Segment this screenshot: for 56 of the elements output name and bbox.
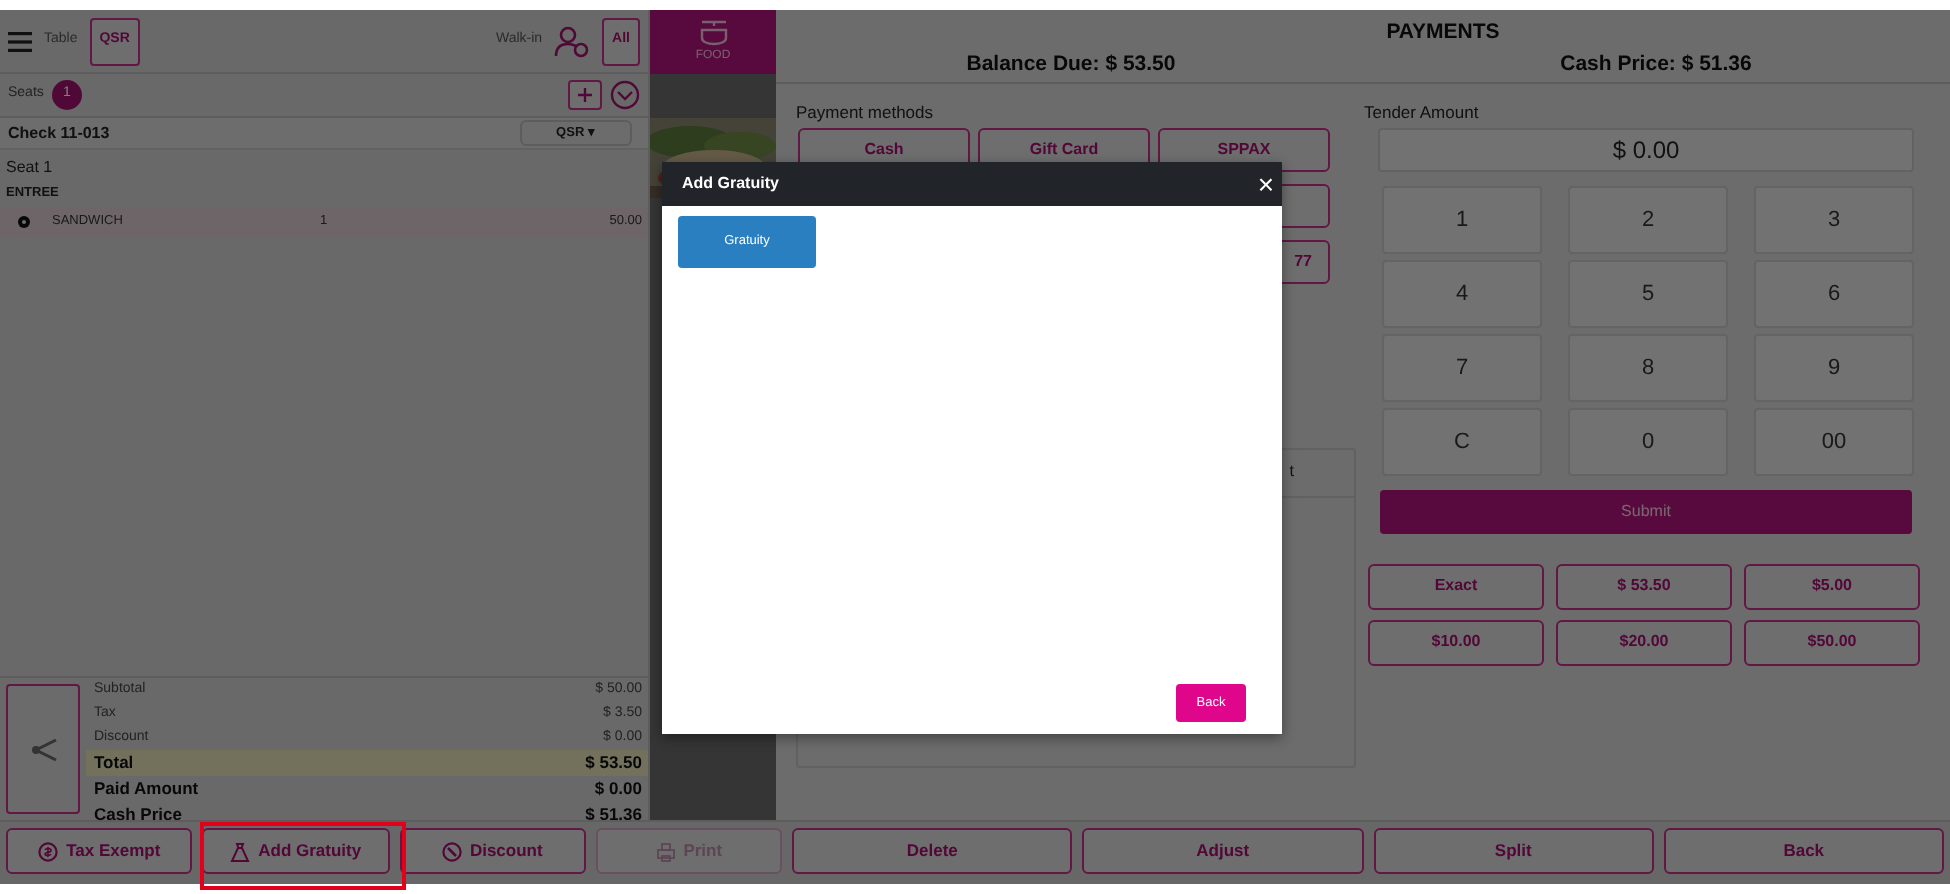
- share-icon: [29, 737, 57, 761]
- quick-amount-button[interactable]: $10.00: [1368, 619, 1544, 666]
- plus-icon: [578, 88, 592, 102]
- quick-amount-button[interactable]: $50.00: [1744, 619, 1920, 666]
- add-seat-button[interactable]: [568, 80, 602, 110]
- summary-value: $ 51.36: [585, 802, 642, 828]
- quick-amount-button[interactable]: $ 53.50: [1556, 563, 1732, 610]
- bullet-icon: [18, 216, 30, 229]
- summary-value: $ 53.50: [585, 750, 642, 776]
- menu-icon[interactable]: [8, 31, 32, 51]
- quick-amount-button[interactable]: $20.00: [1556, 619, 1732, 666]
- keypad-key[interactable]: 9: [1754, 333, 1914, 402]
- keypad-key[interactable]: 0: [1568, 407, 1728, 476]
- keypad-key[interactable]: C: [1382, 407, 1542, 476]
- summary-label: Cash Price: [94, 802, 182, 828]
- modal-title: Add Gratuity: [682, 172, 779, 196]
- tender-amount-label: Tender Amount: [1364, 100, 1481, 126]
- panel-header-text: t: [1289, 460, 1294, 485]
- order-action-button[interactable]: Tax Exempt: [6, 828, 193, 874]
- keypad-key[interactable]: 5: [1568, 259, 1728, 328]
- payment-action-button[interactable]: Back: [1663, 828, 1944, 874]
- keypad-key[interactable]: 3: [1754, 185, 1914, 254]
- user-icon[interactable]: [554, 25, 591, 57]
- keypad-key[interactable]: 1: [1382, 185, 1542, 254]
- payment-action-button[interactable]: Adjust: [1082, 828, 1363, 874]
- share-button[interactable]: [6, 684, 80, 814]
- order-action-button[interactable]: Discount: [399, 828, 586, 874]
- keypad-key[interactable]: 8: [1568, 333, 1728, 402]
- keypad-key[interactable]: 6: [1754, 259, 1914, 328]
- summary-value: $ 0.00: [594, 776, 642, 802]
- pot-icon: [697, 19, 729, 47]
- printer-icon: [655, 841, 676, 861]
- keypad-key[interactable]: 4: [1382, 259, 1542, 328]
- coin-icon: [38, 841, 59, 861]
- seat-label: Seat 1: [4, 156, 55, 180]
- quick-amount-button[interactable]: Exact: [1368, 563, 1544, 610]
- summary-label: Total: [94, 750, 134, 776]
- money-bag-icon: [230, 841, 251, 861]
- keypad-key[interactable]: 00: [1754, 407, 1914, 476]
- submit-button[interactable]: Submit: [1380, 489, 1912, 534]
- order-action-button[interactable]: Add Gratuity: [202, 828, 389, 874]
- quick-amount-button[interactable]: $5.00: [1744, 563, 1920, 610]
- keypad-key[interactable]: 7: [1382, 333, 1542, 402]
- balance-due: Balance Due: $ 53.50: [964, 49, 1178, 80]
- expand-icon[interactable]: [610, 80, 640, 110]
- payments-title: PAYMENTS: [1384, 18, 1502, 48]
- payment-action-button[interactable]: Delete: [792, 828, 1073, 874]
- summary-label: Paid Amount: [94, 776, 199, 802]
- check-title: Check 11-013: [8, 121, 110, 145]
- payment-action-button[interactable]: Split: [1373, 828, 1654, 874]
- discount-icon: [441, 841, 462, 861]
- payment-methods-label: Payment methods: [796, 100, 936, 126]
- amount-field: $ 0.00: [1378, 127, 1914, 172]
- keypad-key[interactable]: 2: [1568, 185, 1728, 254]
- cash-price: Cash Price: $ 51.36: [1558, 49, 1754, 80]
- close-button[interactable]: ×: [1257, 170, 1274, 198]
